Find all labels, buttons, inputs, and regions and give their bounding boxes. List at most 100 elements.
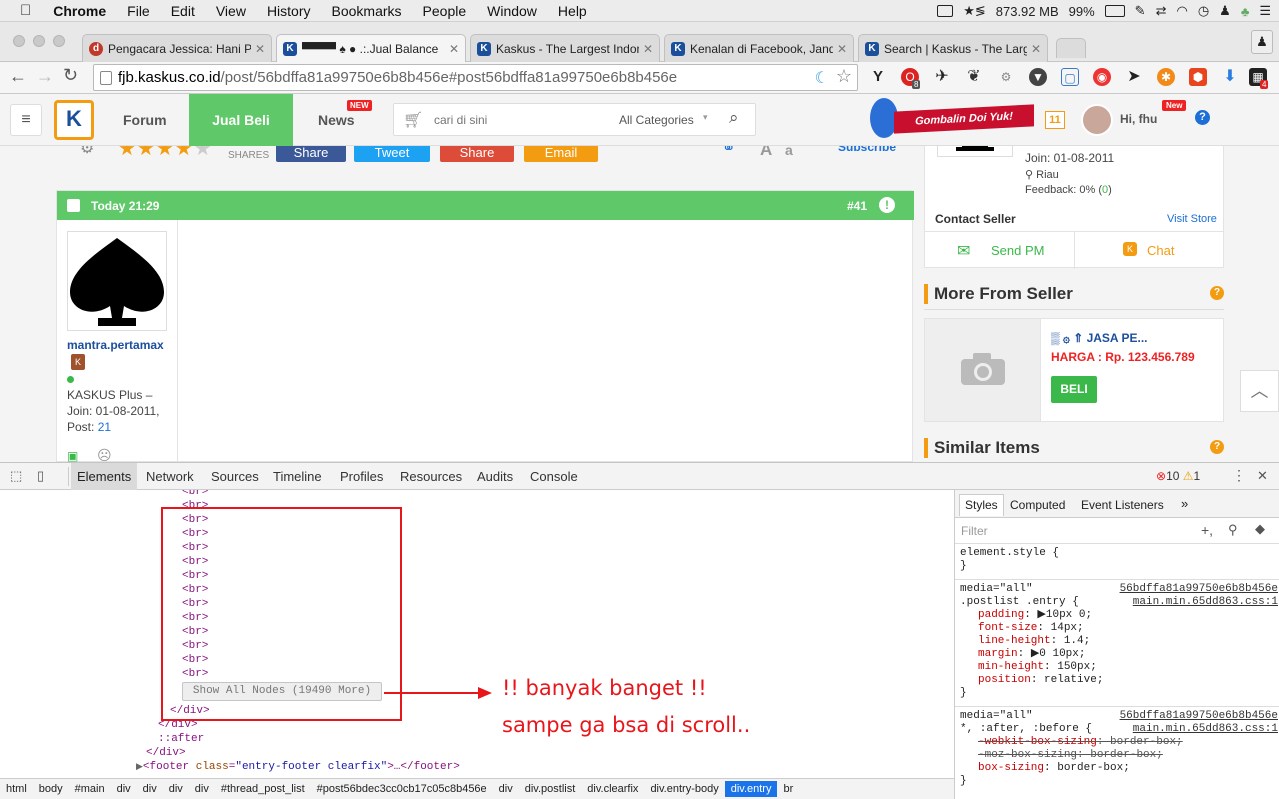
greeting[interactable]: Hi, fhu [1120, 112, 1157, 126]
post-number[interactable]: #41 [847, 199, 867, 213]
category-select[interactable]: All Categories [619, 113, 694, 127]
source-file-link[interactable]: 56bdffa81a99750e6b8b456e [1120, 583, 1278, 596]
dom-node-pseudo[interactable]: ::after [158, 732, 204, 746]
css-declaration[interactable]: min-height: 150px; [960, 661, 1278, 674]
browser-tab[interactable]: K Search | Kaskus - The Larg ✕ [858, 34, 1048, 62]
settings-icon[interactable]: ⚙ [80, 146, 94, 158]
memory-readout[interactable]: 873.92 MB [996, 4, 1059, 19]
buy-button[interactable]: BELI [1051, 376, 1097, 403]
clock-icon[interactable]: ◷ [1198, 3, 1209, 19]
menu-bookmarks[interactable]: Bookmarks [332, 3, 402, 19]
evernote-icon[interactable]: ❦ [965, 68, 983, 86]
chat-button[interactable]: K Chat [1075, 232, 1223, 268]
pocket-icon[interactable]: ▼ [1029, 68, 1047, 86]
apple-icon[interactable]:  [20, 2, 31, 19]
browser-tab-active[interactable]: K ▀▀▀▀ ♠ ● .:.Jual Balance ✕ [276, 34, 466, 62]
reload-icon[interactable]: ↻ [63, 65, 78, 86]
css-declaration[interactable]: font-size: 14px; [960, 622, 1278, 635]
breadcrumb-item[interactable]: br [777, 783, 799, 795]
tab-close-icon[interactable]: ✕ [1031, 42, 1041, 56]
product-image[interactable] [925, 319, 1041, 421]
new-rule-icon[interactable]: +, [1201, 522, 1213, 538]
pen-icon[interactable]: ✎ [1135, 3, 1146, 19]
screen-icon[interactable]: ▢ [1061, 68, 1079, 86]
product-title[interactable]: ▒ ۞ ⇑ JASA PE... [1051, 331, 1148, 345]
bookmark-star-icon[interactable]: ☆ [836, 66, 852, 87]
sync-icon[interactable]: ⇄ [1156, 3, 1167, 19]
css-declaration-overridden[interactable]: -webkit-box-sizing: border-box; [960, 736, 1278, 749]
menu-edit[interactable]: Edit [171, 3, 195, 19]
color-format-icon[interactable]: ◆ [1255, 521, 1265, 537]
browser-tab[interactable]: K Kenalan di Facebook, Janda ✕ [664, 34, 854, 62]
menu-people[interactable]: People [423, 3, 467, 19]
hamburger-menu-icon[interactable]: ≡ [10, 104, 42, 136]
tab-profiles[interactable]: Profiles [340, 469, 383, 484]
gombalin-banner[interactable]: Gombalin Doi Yuk! [870, 98, 1040, 138]
forward-icon[interactable]: → [36, 66, 54, 87]
pin-icon[interactable]: ⚲ [1228, 522, 1238, 538]
bird-icon[interactable]: ✈ [933, 68, 951, 86]
close-devtools-icon[interactable]: ✕ [1257, 468, 1268, 484]
window-zoom-dot[interactable] [53, 35, 65, 47]
dom-node[interactable]: </div> [146, 746, 186, 760]
help-icon[interactable]: ? [1195, 110, 1210, 125]
wifi-icon[interactable]: ◠ [1176, 3, 1187, 19]
user-icon[interactable]: ♟ [1219, 3, 1231, 19]
breadcrumb-item[interactable]: div [137, 783, 163, 795]
email-share-button[interactable]: Email [524, 146, 598, 162]
more-menu-icon[interactable]: ⋮ [1232, 467, 1246, 484]
tab-resources[interactable]: Resources [400, 469, 462, 484]
gear-icon[interactable]: ⚙ [997, 68, 1015, 86]
breadcrumb-item[interactable]: div [189, 783, 215, 795]
menu-file[interactable]: File [127, 3, 150, 19]
battery-percent[interactable]: 99% [1069, 4, 1095, 19]
menu-history[interactable]: History [267, 3, 311, 19]
css-declaration[interactable]: box-sizing: border-box; [960, 762, 1278, 775]
inspect-icon[interactable]: ⬚ [10, 468, 22, 484]
tab-event-listeners[interactable]: Event Listeners [1081, 498, 1164, 512]
help-icon[interactable]: ? [1210, 286, 1224, 300]
menu-app-chrome[interactable]: Chrome [53, 3, 106, 19]
breadcrumb-item[interactable]: div.clearfix [581, 783, 644, 795]
download-icon[interactable]: ⬇ [1221, 68, 1239, 86]
styles-filter-input[interactable]: Filter [961, 524, 988, 538]
breadcrumb-item[interactable]: #main [69, 783, 111, 795]
expand-triangle-icon[interactable]: ▶ [136, 762, 143, 772]
rule-selector[interactable]: *, :after, :before { [960, 723, 1092, 735]
post-count[interactable]: 21 [98, 420, 111, 434]
tab-timeline[interactable]: Timeline [273, 469, 322, 484]
breadcrumb-item[interactable]: html [0, 783, 33, 795]
list-menu-icon[interactable]: ☰ [1259, 3, 1271, 19]
font-smaller-button[interactable]: a [785, 146, 793, 158]
css-declaration[interactable]: position: relative; [960, 674, 1278, 687]
cursor-icon[interactable]: ➤ [1125, 68, 1143, 86]
tab-elements[interactable]: Elements [77, 469, 131, 484]
tweet-button[interactable]: Tweet [354, 146, 430, 162]
help-icon[interactable]: ? [1210, 440, 1224, 454]
css-declaration[interactable]: padding: ▶10px 0; [960, 609, 1278, 622]
visit-store-link[interactable]: Visit Store [1167, 213, 1217, 225]
new-tab-button[interactable] [1056, 38, 1086, 58]
post-checkbox[interactable] [67, 199, 80, 212]
reputation-icon[interactable]: ▣ [67, 449, 78, 462]
breadcrumb-item[interactable]: div [163, 783, 189, 795]
breadcrumb-item[interactable]: div [111, 783, 137, 795]
product-card[interactable]: ▒ ۞ ⇑ JASA PE... HARGA : Rp. 123.456.789… [924, 318, 1224, 422]
rule-selector[interactable]: .postlist .entry { [960, 596, 1079, 608]
star-status-icon[interactable]: ★≶ [963, 3, 986, 19]
shield-ext-icon[interactable]: ⬢ [1189, 68, 1207, 86]
seller-avatar[interactable] [937, 146, 1013, 157]
page-icon[interactable] [100, 70, 112, 85]
breadcrumb-item-selected[interactable]: div.entry [724, 781, 778, 797]
tab-console[interactable]: Console [530, 469, 578, 484]
tab-computed[interactable]: Computed [1010, 498, 1065, 512]
lifebuoy-icon[interactable]: ✱ [1157, 68, 1175, 86]
dom-node[interactable]: <br> [182, 490, 208, 499]
tree-icon[interactable]: ♣ [1241, 4, 1250, 19]
ycombinator-icon[interactable]: Y [869, 68, 887, 86]
tab-styles[interactable]: Styles [959, 494, 1004, 516]
browser-tab[interactable]: d Pengacara Jessica: Hani Pe ✕ [82, 34, 272, 62]
window-minimize-dot[interactable] [33, 35, 45, 47]
facebook-share-button[interactable]: Share [276, 146, 346, 162]
source-file-link[interactable]: main.min.65dd863.css:1 [1133, 723, 1278, 736]
